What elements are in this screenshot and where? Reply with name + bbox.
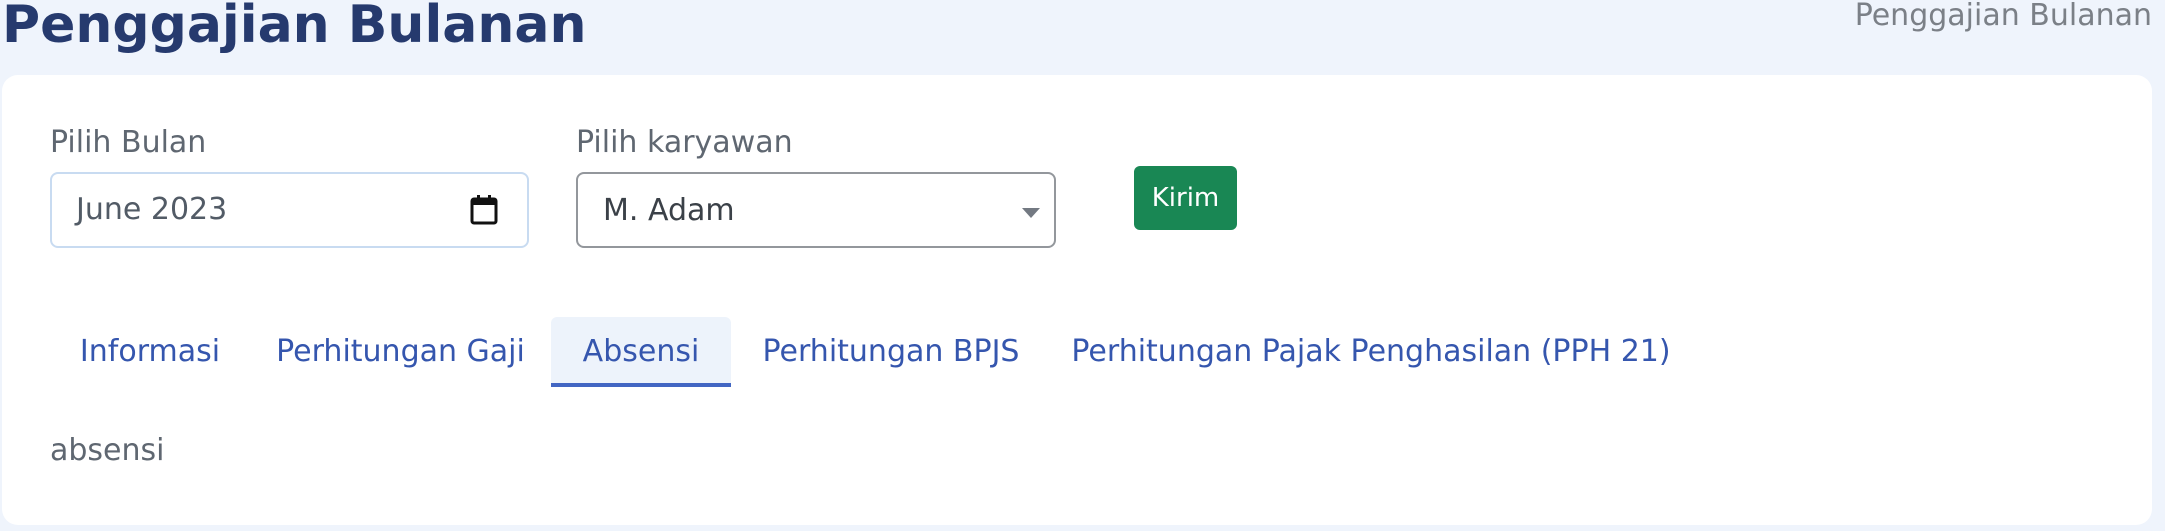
month-input[interactable]: June 2023 [50,172,529,248]
tab-informasi[interactable]: Informasi [50,317,250,387]
chevron-down-icon[interactable] [1022,208,1040,218]
month-value: June 2023 [76,192,228,227]
employee-label: Pilih karyawan [576,125,793,160]
calendar-icon[interactable] [469,194,499,226]
employee-select[interactable]: M. Adam [576,172,1056,248]
employee-selected-value: M. Adam [603,193,735,228]
tab-label: Perhitungan Gaji [276,334,525,369]
submit-button[interactable]: Kirim [1134,166,1237,230]
payroll-card: Pilih Bulan June 2023 Pilih karyawan M. … [2,75,2152,525]
tab-content-absensi: absensi [50,433,165,468]
tab-label: Perhitungan Pajak Penghasilan (PPH 21) [1071,334,1671,369]
page-header: Penggajian Bulanan Penggajian Bulanan [0,0,2165,75]
tab-absensi[interactable]: Absensi [551,317,731,387]
tab-label: Perhitungan BPJS [762,334,1020,369]
tab-perhitungan-bpjs[interactable]: Perhitungan BPJS [731,317,1051,387]
payroll-tabs: Informasi Perhitungan Gaji Absensi Perhi… [2,317,1702,387]
tab-perhitungan-gaji[interactable]: Perhitungan Gaji [250,317,551,387]
month-label: Pilih Bulan [50,125,207,160]
tab-perhitungan-pph-21[interactable]: Perhitungan Pajak Penghasilan (PPH 21) [1051,317,1691,387]
page-title: Penggajian Bulanan [2,0,587,55]
breadcrumb: Penggajian Bulanan [1854,0,2152,33]
tab-label: Informasi [79,334,221,369]
tab-label: Absensi [582,334,700,369]
